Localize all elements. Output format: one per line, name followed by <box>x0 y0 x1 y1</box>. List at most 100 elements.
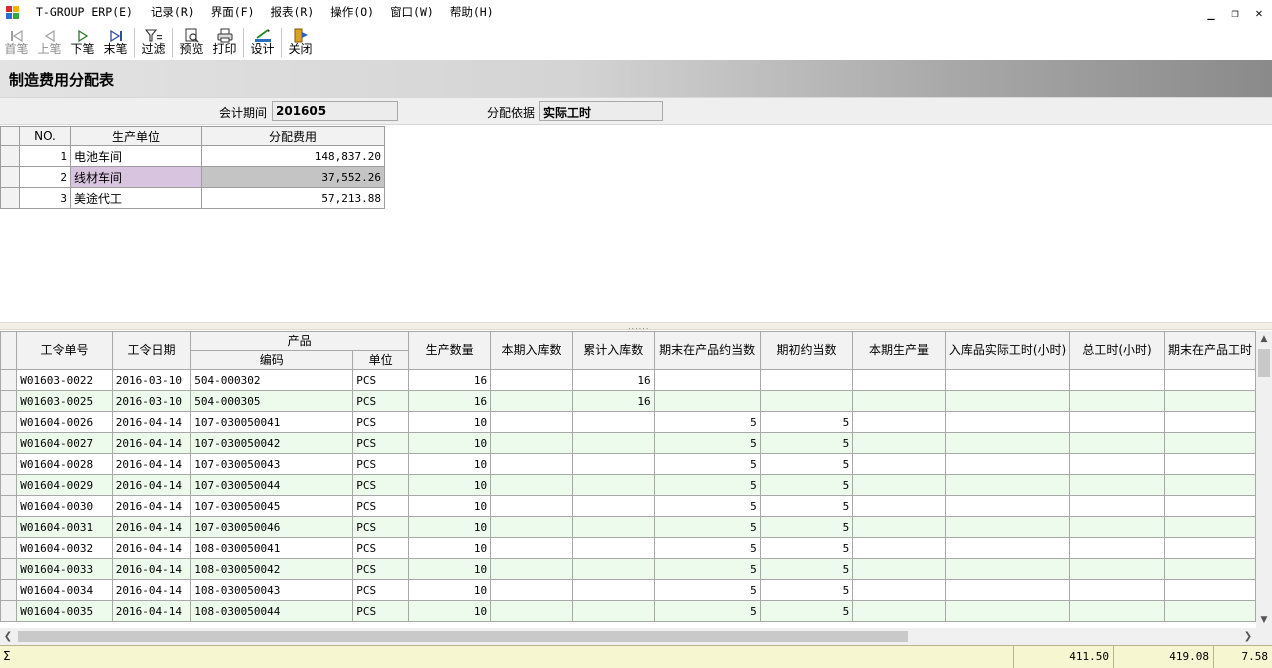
close-window-button[interactable]: ✕ <box>1252 6 1266 20</box>
cell-order-no[interactable]: W01604-0026 <box>16 411 113 433</box>
cell-total-hours[interactable] <box>1069 432 1165 454</box>
cell-period-in[interactable] <box>490 432 573 454</box>
horizontal-scrollbar[interactable]: ❮ ❯ <box>0 628 1272 645</box>
cell-unit[interactable]: PCS <box>352 516 410 538</box>
col-header-order-no[interactable]: 工令单号 <box>16 331 113 370</box>
cell-total-hours[interactable] <box>1069 558 1165 580</box>
cell-begin-eq[interactable]: 5 <box>759 579 854 601</box>
cell-period-in[interactable] <box>490 411 573 433</box>
cell-code[interactable]: 107-030050041 <box>190 411 354 433</box>
cell-date[interactable]: 2016-03-10 <box>111 369 192 391</box>
cell-total-hours[interactable] <box>1069 369 1165 391</box>
cell-wip-eq[interactable]: 5 <box>653 579 761 601</box>
cell-actual-hours[interactable] <box>944 516 1071 538</box>
table-row[interactable]: W01604-0027 2016-04-14 107-030050042 PCS 10 5… <box>0 432 1256 454</box>
cell-date[interactable]: 2016-04-14 <box>111 474 192 496</box>
menu-operation[interactable]: 操作(O) <box>322 0 382 25</box>
cell-date[interactable]: 2016-04-14 <box>111 579 192 601</box>
minimize-button[interactable]: _ <box>1204 6 1218 20</box>
row-selector[interactable] <box>0 600 18 622</box>
cell-code[interactable]: 107-030050042 <box>190 432 354 454</box>
cell-wip-hours[interactable] <box>1163 579 1256 601</box>
cell-unit[interactable]: 线材车间 <box>70 166 202 188</box>
cell-qty[interactable]: 10 <box>408 600 492 622</box>
cell-begin-eq[interactable]: 5 <box>759 453 854 475</box>
cell-order-no[interactable]: W01604-0035 <box>16 600 113 622</box>
cell-total-hours[interactable] <box>1069 579 1165 601</box>
cell-order-no[interactable]: W01604-0031 <box>16 516 113 538</box>
row-selector[interactable] <box>0 369 18 391</box>
row-selector[interactable] <box>0 145 20 167</box>
cell-code[interactable]: 107-030050044 <box>190 474 354 496</box>
cell-unit[interactable]: PCS <box>352 390 410 412</box>
col-header-product[interactable]: 产品 <box>190 331 410 351</box>
last-record-button[interactable]: 末笔 <box>99 25 132 60</box>
cell-qty[interactable]: 10 <box>408 411 492 433</box>
cell-wip-eq[interactable]: 5 <box>653 432 761 454</box>
cell-actual-hours[interactable] <box>944 537 1071 559</box>
table-row[interactable]: W01604-0028 2016-04-14 107-030050043 PCS 10 5… <box>0 453 1256 475</box>
cell-date[interactable]: 2016-04-14 <box>111 558 192 580</box>
col-header-period-prod[interactable]: 本期生产量 <box>852 331 946 370</box>
restore-button[interactable]: ❐ <box>1228 6 1242 20</box>
cell-cum-in[interactable] <box>571 600 655 622</box>
table-row[interactable]: W01604-0031 2016-04-14 107-030050046 PCS 10 5… <box>0 516 1256 538</box>
cell-wip-eq[interactable] <box>653 390 761 412</box>
cell-period-in[interactable] <box>490 537 573 559</box>
menu-app[interactable]: T-GROUP ERP(E) <box>28 0 143 25</box>
cell-actual-hours[interactable] <box>944 369 1071 391</box>
next-record-button[interactable]: 下笔 <box>66 25 99 60</box>
menu-report[interactable]: 报表(R) <box>263 0 323 25</box>
cell-period-prod[interactable] <box>852 558 946 580</box>
cell-unit[interactable]: PCS <box>352 432 410 454</box>
cell-begin-eq[interactable] <box>759 369 854 391</box>
menu-interface[interactable]: 界面(F) <box>203 0 263 25</box>
cell-wip-eq[interactable]: 5 <box>653 474 761 496</box>
cell-code[interactable]: 108-030050042 <box>190 558 354 580</box>
cell-wip-eq[interactable]: 5 <box>653 537 761 559</box>
cell-period-prod[interactable] <box>852 432 946 454</box>
horizontal-scroll-thumb[interactable] <box>18 631 908 642</box>
cell-period-in[interactable] <box>490 495 573 517</box>
col-header-period-in[interactable]: 本期入库数 <box>490 331 573 370</box>
cell-order-no[interactable]: W01603-0022 <box>16 369 113 391</box>
cell-begin-eq[interactable]: 5 <box>759 474 854 496</box>
cell-qty[interactable]: 10 <box>408 474 492 496</box>
cell-qty[interactable]: 10 <box>408 516 492 538</box>
cell-unit[interactable]: PCS <box>352 558 410 580</box>
allocation-row[interactable]: 2 线材车间 37,552.26 <box>0 166 385 188</box>
cell-unit[interactable]: PCS <box>352 369 410 391</box>
cell-cum-in[interactable] <box>571 474 655 496</box>
cell-total-hours[interactable] <box>1069 390 1165 412</box>
cell-date[interactable]: 2016-04-14 <box>111 432 192 454</box>
col-header-wip-hours[interactable]: 期末在产品工时 <box>1163 331 1256 370</box>
cell-qty[interactable]: 10 <box>408 453 492 475</box>
cell-date[interactable]: 2016-04-14 <box>111 453 192 475</box>
cell-order-no[interactable]: W01604-0029 <box>16 474 113 496</box>
panel-splitter[interactable]: ...... <box>0 322 1272 331</box>
cell-period-in[interactable] <box>490 369 573 391</box>
cell-unit[interactable]: 电池车间 <box>70 145 202 167</box>
cell-unit[interactable]: 美途代工 <box>70 187 202 209</box>
cell-unit[interactable]: PCS <box>352 537 410 559</box>
cell-amount[interactable]: 37,552.26 <box>201 166 385 188</box>
cell-cum-in[interactable] <box>571 558 655 580</box>
row-selector[interactable] <box>0 558 18 580</box>
cell-begin-eq[interactable]: 5 <box>759 600 854 622</box>
cell-period-prod[interactable] <box>852 474 946 496</box>
cell-begin-eq[interactable]: 5 <box>759 495 854 517</box>
cell-actual-hours[interactable] <box>944 474 1071 496</box>
cell-wip-hours[interactable] <box>1163 390 1256 412</box>
table-row[interactable]: W01604-0034 2016-04-14 108-030050043 PCS 10 5… <box>0 579 1256 601</box>
cell-total-hours[interactable] <box>1069 600 1165 622</box>
col-header-actual-hours[interactable]: 入库品实际工时(小时) <box>944 331 1071 370</box>
cell-qty[interactable]: 10 <box>408 432 492 454</box>
cell-period-in[interactable] <box>490 390 573 412</box>
cell-date[interactable]: 2016-04-14 <box>111 600 192 622</box>
cell-wip-eq[interactable] <box>653 369 761 391</box>
cell-wip-hours[interactable] <box>1163 600 1256 622</box>
cell-cum-in[interactable] <box>571 516 655 538</box>
cell-qty[interactable]: 10 <box>408 558 492 580</box>
cell-wip-hours[interactable] <box>1163 516 1256 538</box>
cell-wip-eq[interactable]: 5 <box>653 600 761 622</box>
